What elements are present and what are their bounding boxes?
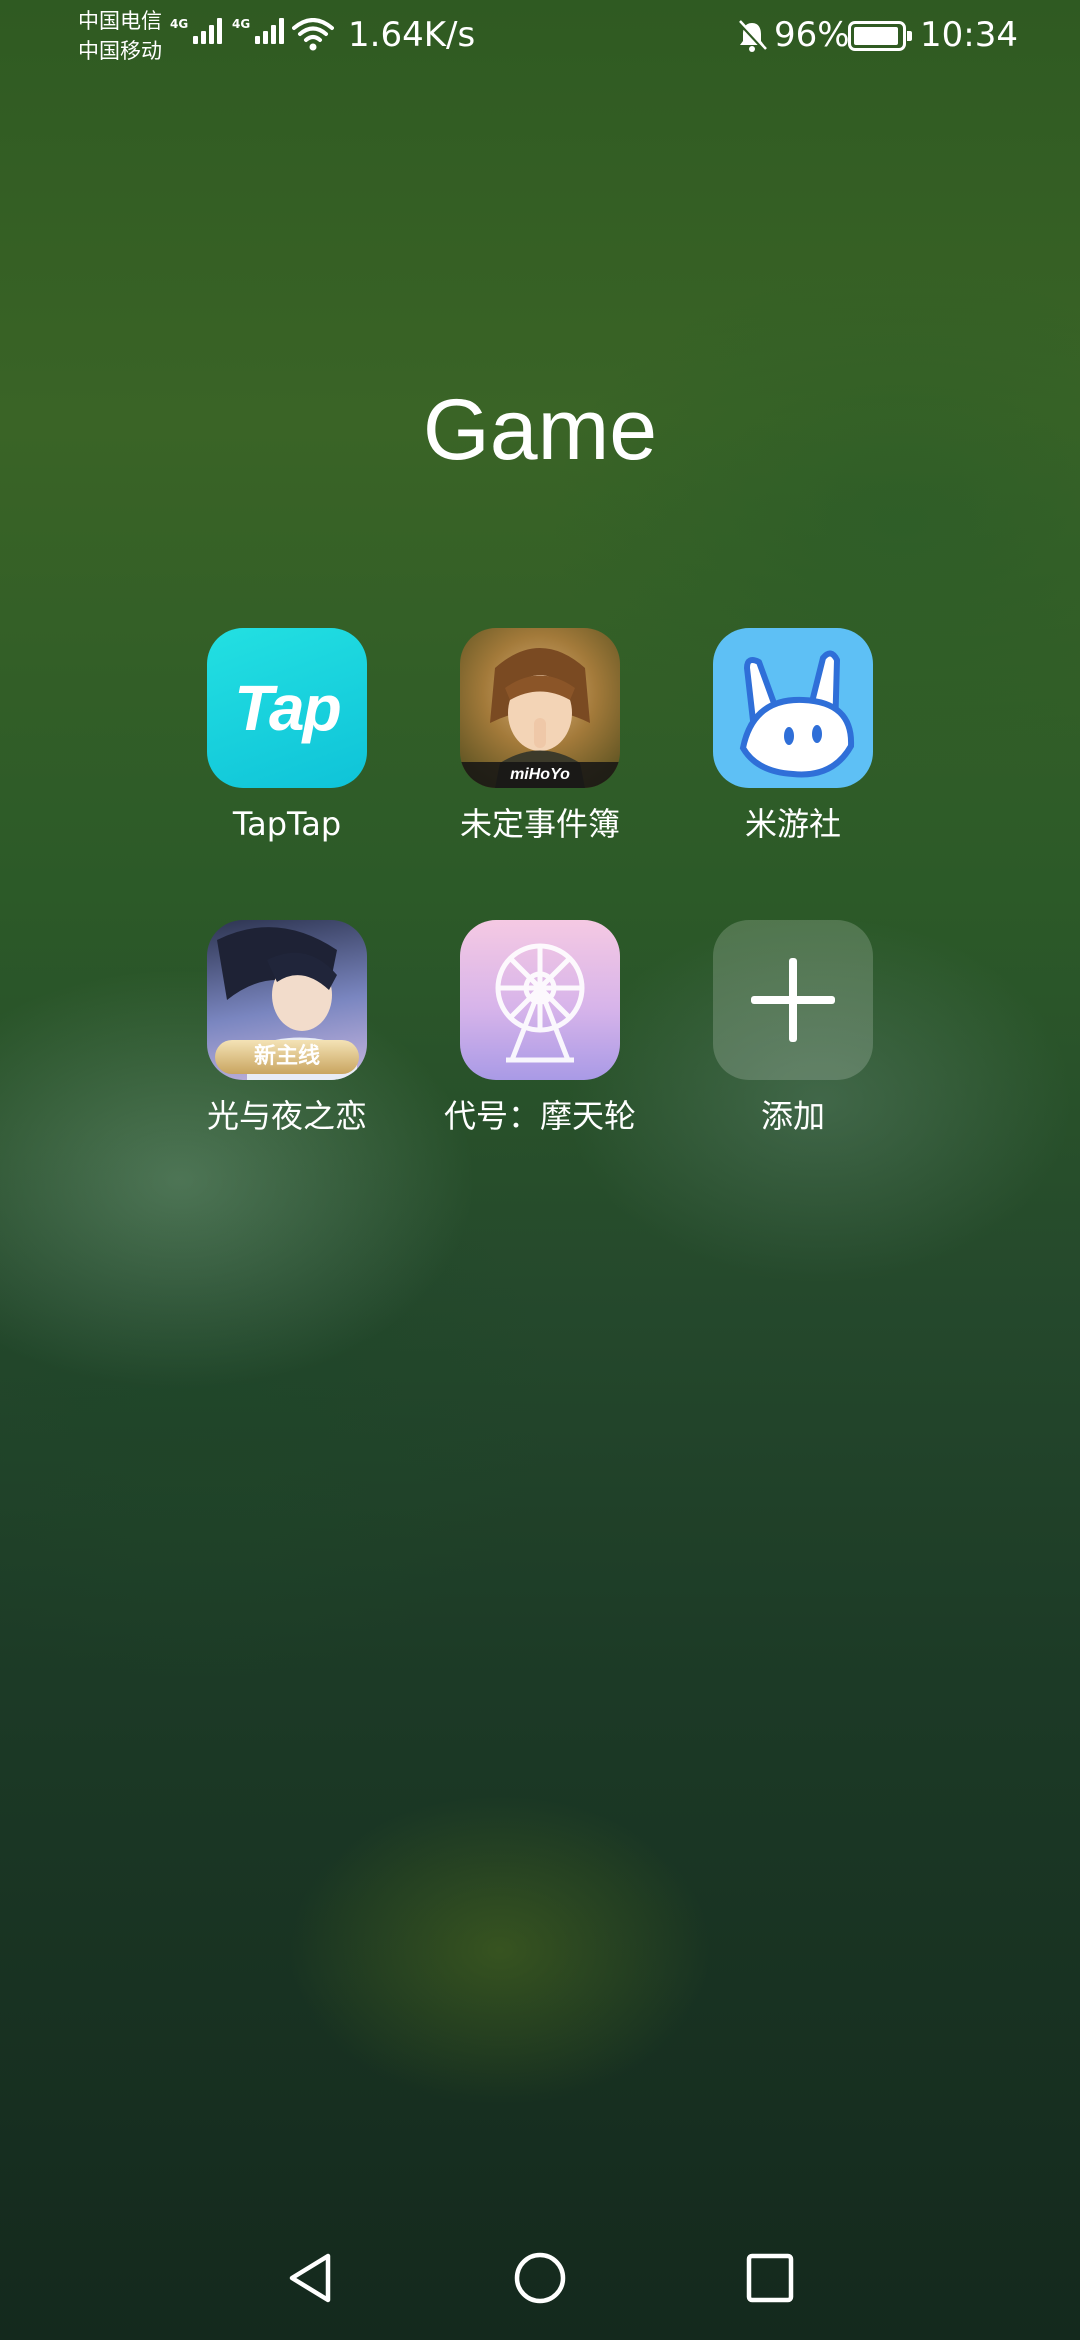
back-icon[interactable]	[284, 2250, 336, 2306]
navigation-bar	[0, 2230, 1080, 2330]
network-speed: 1.64K/s	[348, 15, 476, 55]
add-app-button[interactable]: 添加	[667, 920, 919, 1138]
plus-icon	[751, 958, 835, 1042]
signal-icon: 4G	[170, 18, 223, 44]
carrier-2: 中国移动	[78, 39, 162, 63]
clock: 10:34	[920, 15, 1018, 55]
daihao-motianlun-icon[interactable]	[460, 920, 620, 1080]
app-daihao-motianlun[interactable]: 代号：摩天轮	[414, 920, 666, 1138]
signal-icon: 4G	[232, 18, 285, 44]
recents-icon[interactable]	[744, 2250, 796, 2306]
app-label: 未定事件簿	[459, 805, 620, 843]
plus-icon[interactable]	[713, 920, 873, 1080]
carrier-info: 中国电信 中国移动	[78, 6, 162, 66]
app-label: 光与夜之恋	[206, 1097, 367, 1135]
app-guang-yu-ye-zhi-lian[interactable]: 新主线 光与夜之恋	[161, 920, 413, 1138]
wifi-icon	[292, 18, 334, 51]
taptap-icon[interactable]: Tap	[207, 628, 367, 788]
ferris-wheel-icon	[495, 943, 585, 1063]
miyoushe-icon[interactable]	[713, 628, 873, 788]
app-weiding-shijianbu[interactable]: miHoYo 未定事件簿	[414, 628, 666, 846]
carrier-1: 中国电信	[78, 9, 162, 33]
bunny-icon	[739, 650, 855, 778]
battery-percent: 96%	[774, 15, 850, 55]
mihoyo-badge: miHoYo	[460, 762, 620, 788]
bell-muted-icon	[737, 20, 767, 52]
app-miyoushe[interactable]: 米游社	[667, 628, 919, 846]
new-storyline-badge: 新主线	[215, 1040, 359, 1074]
home-icon[interactable]	[512, 2250, 568, 2306]
app-label: 代号：摩天轮	[443, 1097, 636, 1135]
folder-title[interactable]: Game	[0, 380, 1080, 480]
app-label: 米游社	[744, 805, 841, 843]
guang-yu-ye-zhi-lian-icon[interactable]: 新主线	[207, 920, 367, 1080]
battery-icon	[848, 21, 912, 51]
status-bar: 中国电信 中国移动 4G 4G 1.64K/s 96% 10:34	[0, 0, 1080, 74]
weiding-shijianbu-icon[interactable]: miHoYo	[460, 628, 620, 788]
app-label: TapTap	[232, 805, 342, 843]
app-label: 添加	[760, 1097, 825, 1135]
app-taptap[interactable]: Tap TapTap	[161, 628, 413, 846]
